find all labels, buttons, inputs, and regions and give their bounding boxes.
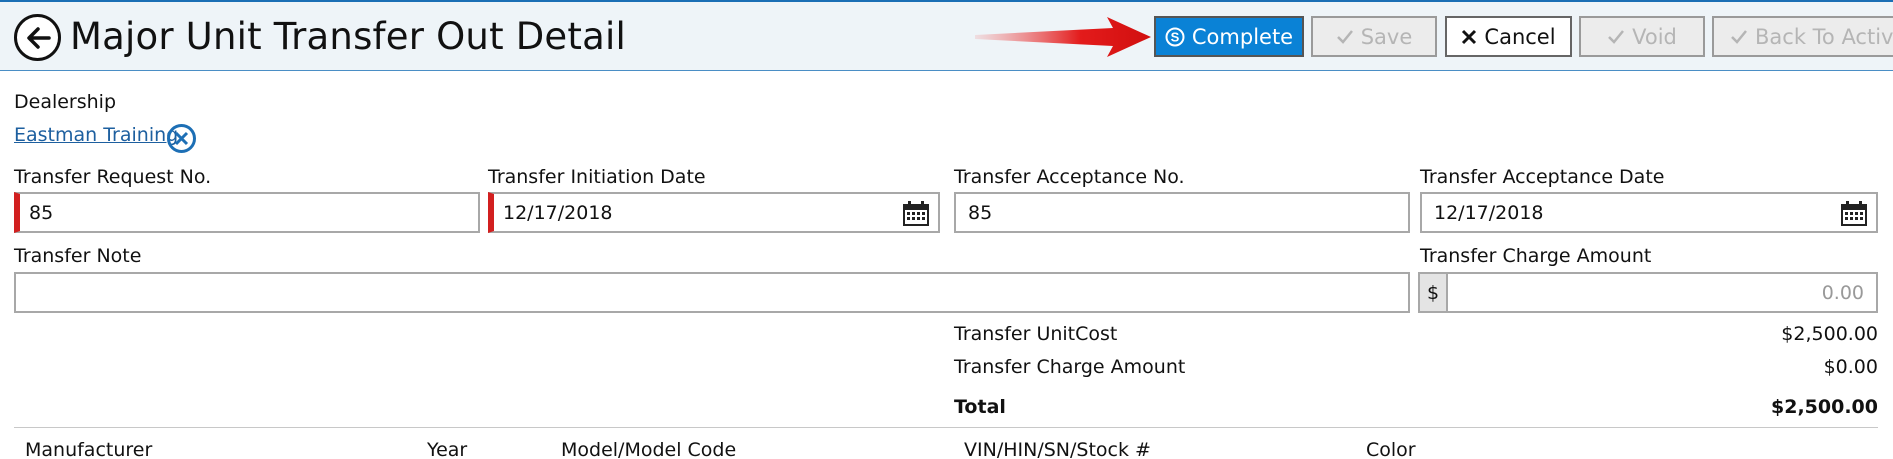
transfer-acceptance-date-value: 12/17/2018 — [1434, 201, 1544, 224]
column-header-vin[interactable]: VIN/HIN/SN/Stock # — [964, 439, 1151, 459]
summary-unit-cost-label: Transfer UnitCost — [954, 323, 1118, 345]
x-icon — [1462, 29, 1477, 44]
transfer-acceptance-date-label: Transfer Acceptance Date — [1420, 166, 1665, 188]
column-header-manufacturer[interactable]: Manufacturer — [25, 439, 152, 459]
summary-unit-cost-value: $2,500.00 — [1781, 323, 1878, 345]
column-header-year[interactable]: Year — [427, 439, 467, 459]
transfer-request-no-field[interactable]: 85 — [14, 192, 480, 233]
currency-addon: $ — [1418, 272, 1446, 313]
transfer-initiation-date-label: Transfer Initiation Date — [488, 166, 706, 188]
back-to-active-button[interactable]: Back To Active — [1712, 16, 1893, 57]
complete-button[interactable]: S Complete — [1154, 16, 1304, 57]
red-arrow-icon — [975, 17, 1151, 57]
back-button[interactable] — [14, 14, 61, 61]
void-button[interactable]: Void — [1579, 16, 1705, 57]
dealership-label: Dealership — [14, 91, 117, 113]
save-button-label: Save — [1360, 24, 1413, 49]
transfer-charge-amount-field[interactable]: 0.00 — [1446, 272, 1878, 313]
transfer-acceptance-date-field[interactable]: 12/17/2018 — [1420, 192, 1878, 233]
void-button-label: Void — [1632, 24, 1677, 49]
page-header: Major Unit Transfer Out Detail S Complet… — [0, 0, 1893, 71]
cancel-button[interactable]: Cancel — [1445, 16, 1572, 57]
checkmark-icon — [1608, 29, 1625, 44]
summary-charge-amount-label: Transfer Charge Amount — [954, 356, 1186, 378]
transfer-acceptance-no-label: Transfer Acceptance No. — [954, 166, 1185, 188]
transfer-request-no-label: Transfer Request No. — [14, 166, 212, 188]
transfer-charge-amount-label: Transfer Charge Amount — [1420, 245, 1652, 267]
calendar-icon[interactable] — [902, 201, 930, 227]
back-arrow-icon — [26, 26, 51, 49]
summary-total-label: Total — [954, 396, 1006, 418]
column-header-color[interactable]: Color — [1366, 439, 1416, 459]
complete-button-label: Complete — [1191, 24, 1294, 49]
summary-charge-amount-value: $0.00 — [1823, 356, 1878, 378]
back-to-active-button-label: Back To Active — [1755, 24, 1893, 49]
dealership-link[interactable]: Eastman Training — [14, 124, 178, 146]
save-button[interactable]: Save — [1311, 16, 1437, 57]
transfer-initiation-date-value: 12/17/2018 — [503, 201, 613, 224]
summary-total-value: $2,500.00 — [1771, 396, 1878, 418]
page-title: Major Unit Transfer Out Detail — [70, 15, 626, 58]
divider — [14, 427, 1878, 428]
checkmark-icon — [1336, 29, 1353, 44]
clear-circle-x-icon[interactable] — [166, 123, 197, 154]
complete-circle-s-icon: S — [1165, 27, 1185, 46]
calendar-icon[interactable] — [1840, 201, 1868, 227]
transfer-initiation-date-field[interactable]: 12/17/2018 — [488, 192, 940, 233]
cancel-button-label: Cancel — [1484, 24, 1556, 49]
transfer-acceptance-no-field[interactable]: 85 — [954, 192, 1410, 233]
transfer-note-field[interactable] — [14, 272, 1410, 313]
svg-text:S: S — [1171, 29, 1180, 44]
transfer-note-label: Transfer Note — [14, 245, 142, 267]
checkmark-icon — [1731, 29, 1747, 44]
column-header-model[interactable]: Model/Model Code — [561, 439, 736, 459]
